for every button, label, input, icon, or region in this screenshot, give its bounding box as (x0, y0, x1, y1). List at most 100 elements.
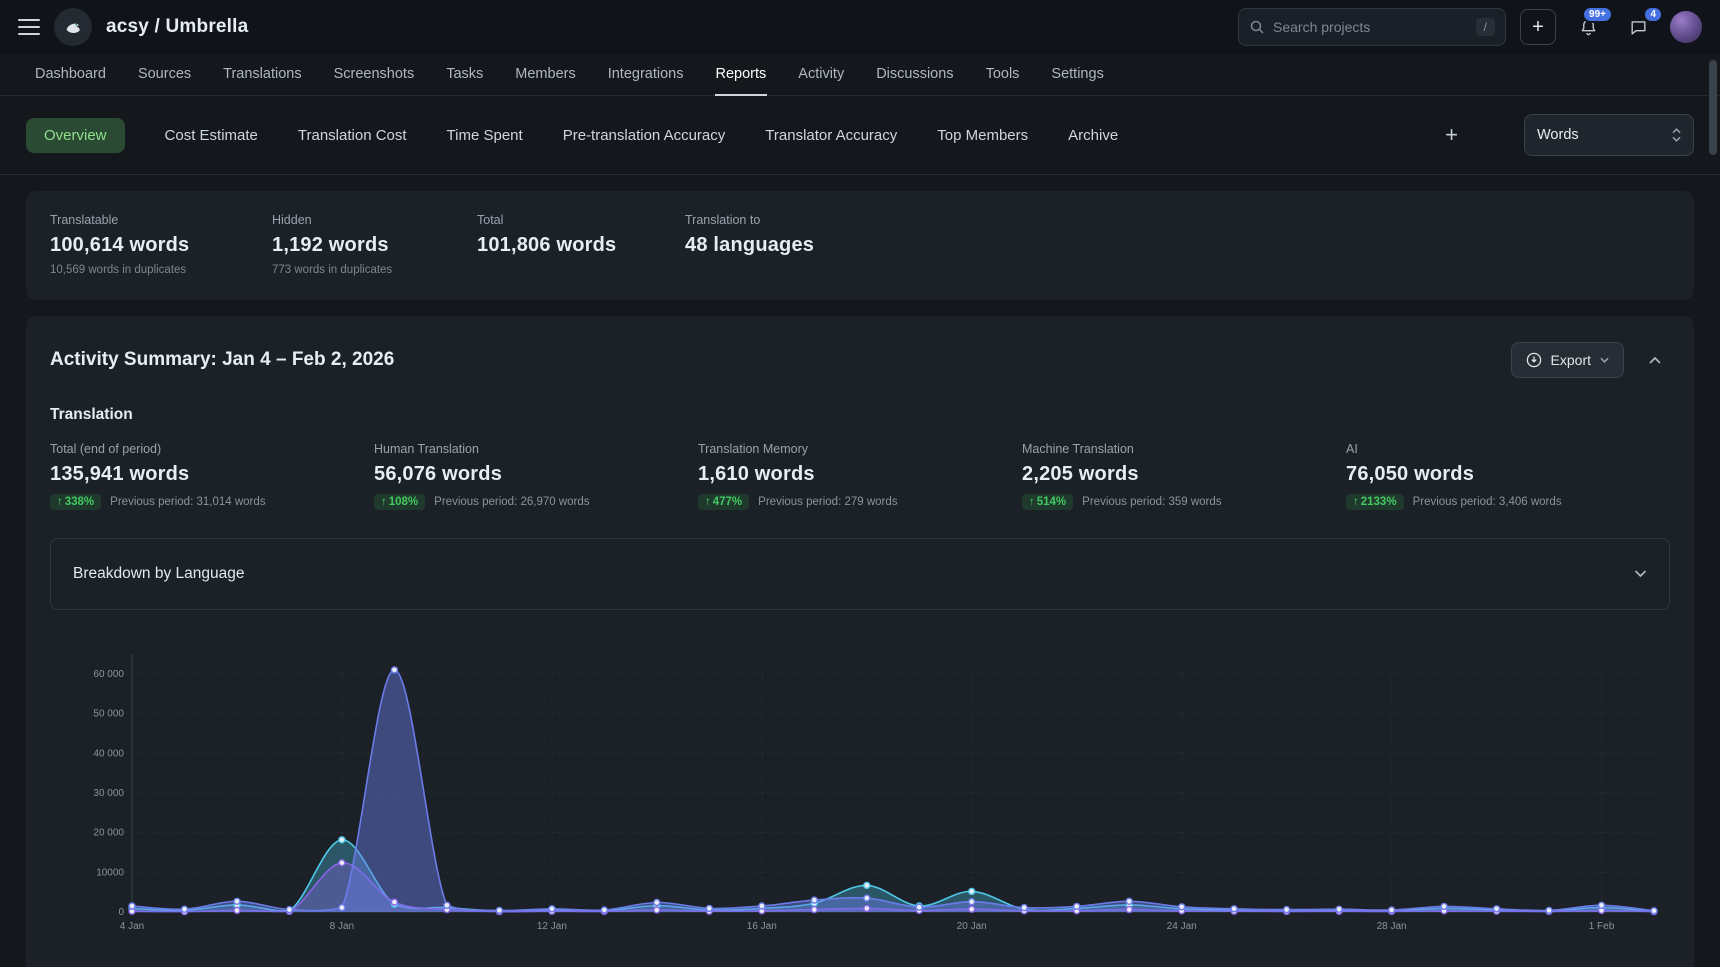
metric-label: Machine Translation (1022, 442, 1346, 456)
activity-chart: 0 10000 20 000 30 000 40 000 50 000 60 000 4 Ja… (50, 638, 1670, 940)
chevron-up-icon (1649, 356, 1661, 364)
svg-text:20 Jan: 20 Jan (957, 921, 987, 932)
svg-text:60 000: 60 000 (93, 669, 124, 680)
messages-badge: 4 (1643, 6, 1663, 23)
project-nav: Dashboard Sources Translations Screensho… (0, 54, 1720, 96)
subtab-overview[interactable]: Overview (26, 118, 125, 153)
subtab-pretranslation-accuracy[interactable]: Pre-translation Accuracy (563, 127, 726, 144)
translation-metrics: Total (end of period) 135,941 words ↑338… (50, 442, 1670, 510)
hamburger-menu-icon[interactable] (18, 19, 40, 35)
user-avatar[interactable] (1670, 11, 1702, 43)
metric-label: Translation Memory (698, 442, 1022, 456)
svg-text:50 000: 50 000 (93, 709, 124, 720)
scrollbar-thumb[interactable] (1709, 60, 1717, 155)
stat-label: Hidden (272, 213, 477, 227)
svg-text:8 Jan: 8 Jan (330, 921, 354, 932)
metric-value: 1,610 words (698, 463, 1022, 486)
breakdown-by-language-panel[interactable]: Breakdown by Language (50, 538, 1670, 610)
translation-section-title: Translation (50, 406, 1670, 424)
stat-value: 100,614 words (50, 234, 272, 257)
stat-translation-to: Translation to 48 languages (685, 213, 814, 276)
notifications-button[interactable]: 99+ (1570, 9, 1606, 45)
search-box[interactable]: / (1238, 8, 1506, 46)
caret-down-icon (1600, 357, 1609, 363)
svg-text:20 000: 20 000 (93, 828, 124, 839)
topbar-right: / + 99+ 4 (1238, 8, 1702, 46)
metric-label: AI (1346, 442, 1670, 456)
breakdown-label: Breakdown by Language (73, 565, 245, 583)
export-button[interactable]: Export (1511, 342, 1624, 378)
change-badge: ↑2133% (1346, 494, 1404, 510)
tab-dashboard[interactable]: Dashboard (34, 54, 107, 96)
activity-title: Activity Summary: Jan 4 – Feb 2, 2026 (50, 349, 394, 371)
add-report-button[interactable]: + (1445, 124, 1458, 146)
change-badge: ↑514% (1022, 494, 1073, 510)
previous-period: Previous period: 31,014 words (110, 496, 265, 508)
previous-period: Previous period: 359 words (1082, 496, 1221, 508)
subtab-cost-estimate[interactable]: Cost Estimate (165, 127, 258, 144)
arrow-up-icon: ↑ (1353, 496, 1359, 508)
metric-value: 56,076 words (374, 463, 698, 486)
subtab-translation-cost[interactable]: Translation Cost (298, 127, 407, 144)
metric-value: 135,941 words (50, 463, 374, 486)
tab-translations[interactable]: Translations (222, 54, 302, 96)
unit-select[interactable]: Words (1524, 114, 1694, 156)
svg-text:30 000: 30 000 (93, 788, 124, 799)
svg-text:28 Jan: 28 Jan (1377, 921, 1407, 932)
metric-ai: AI 76,050 words ↑2133% Previous period: … (1346, 442, 1670, 510)
project-breadcrumb[interactable]: acsy / Umbrella (106, 16, 248, 38)
tab-screenshots[interactable]: Screenshots (333, 54, 416, 96)
metric-translation-memory: Translation Memory 1,610 words ↑477% Pre… (698, 442, 1022, 510)
messages-button[interactable]: 4 (1620, 9, 1656, 45)
svg-text:4 Jan: 4 Jan (120, 921, 144, 932)
stat-sub: 773 words in duplicates (272, 264, 477, 276)
search-icon (1249, 19, 1265, 35)
topbar: acsy / Umbrella / + 99+ 4 (0, 0, 1720, 54)
subtab-translator-accuracy[interactable]: Translator Accuracy (765, 127, 897, 144)
create-project-button[interactable]: + (1520, 9, 1556, 45)
metric-human-translation: Human Translation 56,076 words ↑108% Pre… (374, 442, 698, 510)
reports-subnav: Overview Cost Estimate Translation Cost … (0, 96, 1720, 174)
tab-tools[interactable]: Tools (985, 54, 1021, 96)
tab-discussions[interactable]: Discussions (875, 54, 954, 96)
tab-reports[interactable]: Reports (715, 54, 768, 96)
tab-sources[interactable]: Sources (137, 54, 192, 96)
subtab-archive[interactable]: Archive (1068, 127, 1118, 144)
svg-text:0: 0 (118, 907, 124, 918)
export-label: Export (1551, 352, 1591, 368)
stat-label: Translation to (685, 213, 814, 227)
stat-total: Total 101,806 words (477, 213, 685, 276)
stat-sub (685, 264, 814, 276)
tab-activity[interactable]: Activity (797, 54, 845, 96)
main-content: Translatable 100,614 words 10,569 words … (0, 175, 1720, 967)
unit-select-value: Words (1537, 127, 1579, 143)
change-badge: ↑477% (698, 494, 749, 510)
change-badge: ↑338% (50, 494, 101, 510)
tab-integrations[interactable]: Integrations (607, 54, 685, 96)
metric-value: 2,205 words (1022, 463, 1346, 486)
word-stats-card: Translatable 100,614 words 10,569 words … (26, 191, 1694, 300)
subtab-time-spent[interactable]: Time Spent (447, 127, 523, 144)
subtab-top-members[interactable]: Top Members (937, 127, 1028, 144)
svg-text:16 Jan: 16 Jan (747, 921, 777, 932)
collapse-section-button[interactable] (1640, 345, 1670, 375)
activity-header-actions: Export (1511, 342, 1670, 378)
stat-hidden: Hidden 1,192 words 773 words in duplicat… (272, 213, 477, 276)
select-chevrons-icon (1672, 128, 1681, 142)
tab-tasks[interactable]: Tasks (445, 54, 484, 96)
stat-sub (477, 264, 685, 276)
notifications-badge: 99+ (1582, 6, 1613, 23)
metric-label: Human Translation (374, 442, 698, 456)
reports-subnav-wrap: Overview Cost Estimate Translation Cost … (0, 96, 1720, 175)
crowdin-logo[interactable] (54, 8, 92, 46)
svg-text:40 000: 40 000 (93, 748, 124, 759)
export-download-icon (1526, 352, 1542, 368)
tab-settings[interactable]: Settings (1050, 54, 1104, 96)
tab-members[interactable]: Members (514, 54, 576, 96)
stat-sub: 10,569 words in duplicates (50, 264, 272, 276)
search-input[interactable] (1273, 19, 1468, 35)
svg-text:10000: 10000 (96, 867, 124, 878)
svg-text:1 Feb: 1 Feb (1589, 921, 1615, 932)
previous-period: Previous period: 26,970 words (434, 496, 589, 508)
arrow-up-icon: ↑ (1029, 496, 1035, 508)
